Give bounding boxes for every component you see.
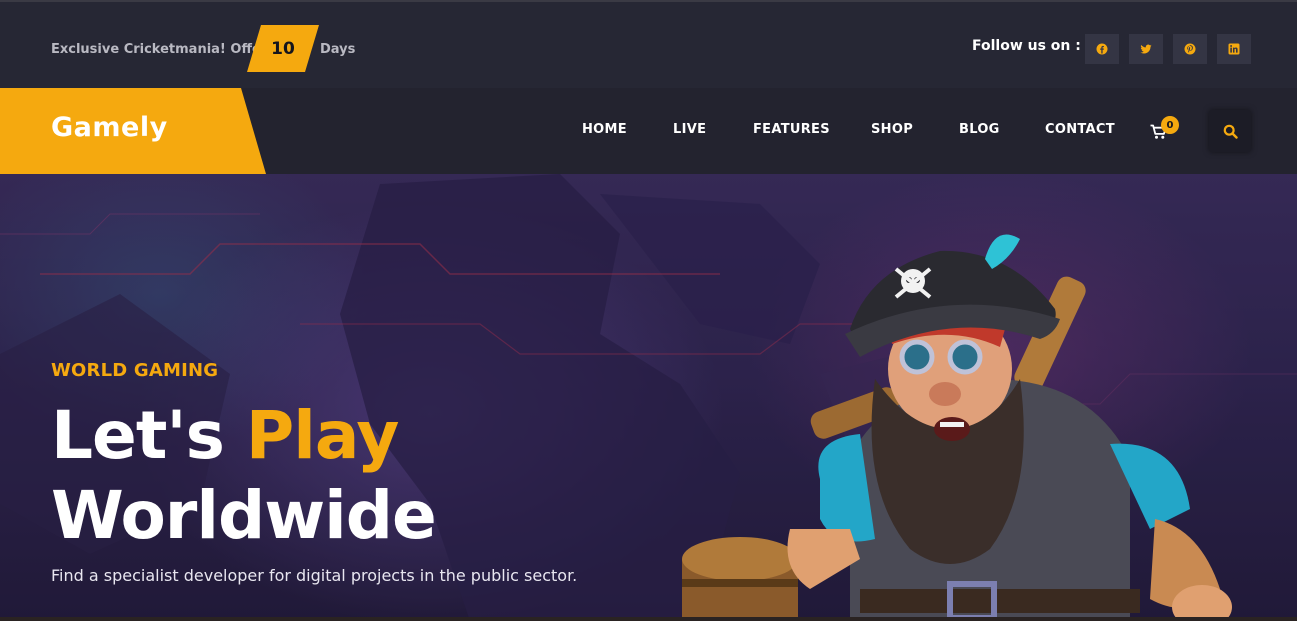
- hero-kicker: WORLD GAMING: [51, 360, 219, 381]
- hero-description: Find a specialist developer for digital …: [51, 566, 578, 585]
- linkedin-link[interactable]: [1217, 34, 1251, 64]
- pinterest-link[interactable]: [1173, 34, 1207, 64]
- nav-item-blog[interactable]: BLOG: [959, 122, 1000, 137]
- nav-item-home[interactable]: HOME: [582, 122, 627, 137]
- offer-text: Exclusive Cricketmania! Offer: [51, 42, 268, 57]
- facebook-icon: [1096, 43, 1108, 55]
- hero-title-line2: Worldwide: [51, 477, 437, 554]
- nav-item-features[interactable]: FEATURES: [753, 122, 830, 137]
- hero-title: Let's Play Worldwide: [51, 396, 437, 556]
- search-icon: [1223, 124, 1238, 139]
- pirate-character-image: [682, 234, 1232, 621]
- follow-us-label: Follow us on :: [972, 38, 1081, 54]
- nav-item-live[interactable]: LIVE: [673, 122, 706, 137]
- bottom-strip: [0, 617, 1297, 621]
- logo-container[interactable]: Gamely: [0, 88, 266, 174]
- twitter-link[interactable]: [1129, 34, 1163, 64]
- offer-days-badge: 10: [247, 25, 319, 72]
- nav-item-shop[interactable]: SHOP: [871, 122, 913, 137]
- hero-title-line1: Let's Play: [51, 396, 436, 476]
- twitter-icon: [1140, 44, 1152, 54]
- hero-title-part1: Let's: [51, 397, 246, 474]
- cart-count-badge: 0: [1161, 116, 1179, 134]
- offer-days-label: Days: [320, 42, 356, 57]
- offer-number: 10: [271, 38, 295, 59]
- top-bar: Exclusive Cricketmania! Offer 10 Days Fo…: [0, 0, 1297, 88]
- logo[interactable]: Gamely: [51, 112, 168, 143]
- facebook-link[interactable]: [1085, 34, 1119, 64]
- main-navbar: Gamely HOME LIVE FEATURES SHOP BLOG CONT…: [0, 88, 1297, 174]
- linkedin-icon: [1228, 43, 1240, 55]
- hero-title-accent: Play: [245, 397, 400, 474]
- nav-item-contact[interactable]: CONTACT: [1045, 122, 1115, 137]
- pinterest-icon: [1184, 43, 1196, 55]
- search-button[interactable]: [1209, 110, 1251, 152]
- hero-section: WORLD GAMING Let's Play Worldwide Find a…: [0, 174, 1297, 621]
